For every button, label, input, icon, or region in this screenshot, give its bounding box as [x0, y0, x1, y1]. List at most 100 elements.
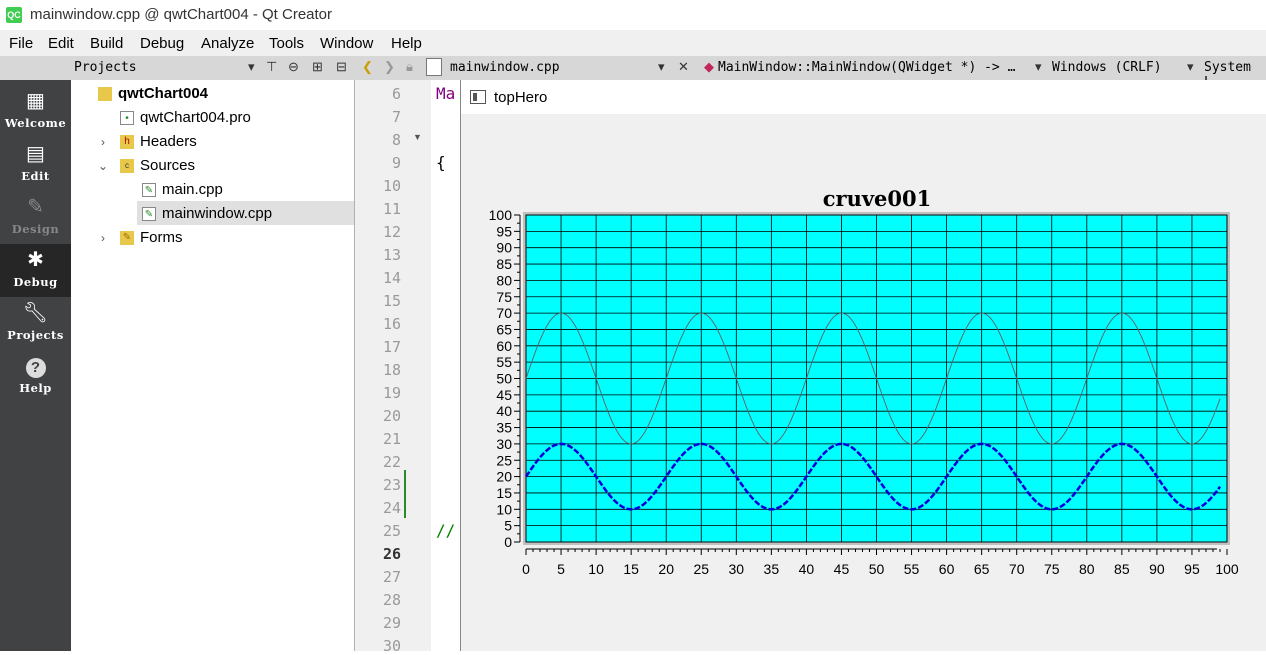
line-number: 20	[382, 407, 401, 425]
line-number: 14	[382, 269, 401, 287]
y-tick-label: 35	[496, 420, 512, 436]
menu-tools[interactable]: Tools	[269, 35, 304, 52]
line-number: 29	[382, 614, 401, 632]
x-tick-label: 15	[623, 561, 639, 577]
line-number: 8	[391, 131, 401, 149]
tree-item-headers[interactable]: › h Headers	[101, 130, 197, 154]
wrench-icon: 🔧︎	[22, 302, 49, 324]
x-tick-label: 90	[1149, 561, 1165, 577]
mode-sidebar: ▦ Welcome ▤ Edit ✎ Design ✱ Debug 🔧︎ Pro…	[0, 80, 71, 651]
filter-icon[interactable]: ⊤	[266, 59, 277, 75]
menu-debug[interactable]: Debug	[140, 35, 184, 52]
line-number: 11	[382, 200, 401, 218]
chevron-right-icon[interactable]: ›	[96, 130, 110, 154]
line-number: 28	[382, 591, 401, 609]
menu-help[interactable]: Help	[391, 35, 422, 52]
line-number: 15	[382, 292, 401, 310]
editor-toolbar: Projects ▾ ⊤ ⊖ ⊞ ⊟ ❮ ❯ 🔒︎ mainwindow.cpp…	[0, 56, 1266, 90]
fold-arrow-icon[interactable]: ▼	[413, 132, 422, 142]
function-dropdown-icon[interactable]: ▾	[1035, 59, 1042, 75]
tree-item-project[interactable]: ⌄ qwtChart004	[98, 82, 208, 106]
line-number: 9	[391, 154, 401, 172]
y-tick-label: 55	[496, 354, 512, 370]
x-tick-label: 10	[588, 561, 604, 577]
lock-icon: 🔒︎	[406, 59, 413, 74]
y-tick-label: 80	[496, 272, 512, 288]
split-icon[interactable]: ⊞	[312, 59, 323, 75]
x-tick-label: 100	[1215, 561, 1239, 577]
line-number: 13	[382, 246, 401, 264]
close-file-icon[interactable]: ✕	[678, 59, 689, 75]
qwt-plot: 0510152025303540455055606570758085909510…	[489, 186, 1239, 577]
function-selector[interactable]: MainWindow::MainWindow(QWidget *) -> …	[718, 60, 1015, 75]
forward-icon[interactable]: ❯	[384, 59, 395, 75]
close-panel-icon[interactable]: ⊟	[336, 59, 347, 75]
line-number: 21	[382, 430, 401, 448]
menu-edit[interactable]: Edit	[48, 35, 74, 52]
line-number: 10	[382, 177, 401, 195]
cpp-file-icon: ✎	[142, 207, 156, 221]
chevron-down-icon[interactable]: ⌄	[96, 154, 110, 178]
chevron-right-icon[interactable]: ›	[96, 226, 110, 250]
x-tick-label: 45	[834, 561, 850, 577]
y-tick-label: 10	[496, 501, 512, 517]
folder-icon: ✎	[120, 231, 134, 245]
link-icon[interactable]: ⊖	[288, 59, 299, 75]
line-number: 7	[391, 108, 401, 126]
mode-projects[interactable]: 🔧︎ Projects	[0, 297, 71, 350]
mode-welcome[interactable]: ▦ Welcome	[0, 85, 71, 138]
title-bar: QC mainwindow.cpp @ qwtChart004 - Qt Cre…	[0, 0, 1266, 30]
folder-icon: c	[120, 159, 134, 173]
help-icon: ?	[0, 354, 71, 378]
panel-dropdown-icon[interactable]: ▾	[248, 59, 255, 75]
line-number-gutter: ▼ 6 7 8 9 10 11 12 13 14 15 16 17 18 19 20 21 22 23 24 25 26…	[355, 80, 431, 655]
open-file-tab[interactable]: mainwindow.cpp	[450, 60, 560, 75]
menu-file[interactable]: File	[9, 35, 33, 52]
tree-item-sources[interactable]: ⌄ c Sources	[98, 154, 196, 178]
line-ending-dropdown-icon[interactable]: ▾	[1187, 59, 1194, 75]
y-tick-label: 25	[496, 452, 512, 468]
tree-item-label: Sources	[140, 157, 196, 174]
menu-bar: File Edit Build Debug Analyze Tools Wind…	[0, 30, 1266, 56]
pencil-icon: ✎	[27, 196, 44, 218]
x-tick-label: 70	[1009, 561, 1025, 577]
line-number: 19	[382, 384, 401, 402]
mode-label: Edit	[21, 169, 50, 183]
tree-item-main-cpp[interactable]: ✎ main.cpp	[142, 178, 223, 202]
code-editor[interactable]: Ma { //	[431, 80, 461, 651]
mode-help[interactable]: ? Help	[0, 350, 71, 403]
y-tick-label: 45	[496, 387, 512, 403]
back-icon[interactable]: ❮	[362, 59, 373, 75]
line-number: 6	[391, 85, 401, 103]
menu-build[interactable]: Build	[90, 35, 123, 52]
document-icon: ▤	[26, 143, 45, 165]
x-tick-label: 65	[974, 561, 990, 577]
change-marker	[404, 470, 406, 518]
mode-label: Debug	[13, 275, 58, 289]
x-tick-label: 95	[1184, 561, 1200, 577]
x-tick-label: 75	[1044, 561, 1060, 577]
project-tree	[71, 80, 355, 651]
tree-item-forms[interactable]: › ✎ Forms	[101, 226, 183, 250]
menu-window[interactable]: Window	[320, 35, 373, 52]
line-number: 18	[382, 361, 401, 379]
mode-debug[interactable]: ✱ Debug	[0, 244, 71, 297]
line-ending-selector[interactable]: Windows (CRLF)	[1052, 60, 1162, 75]
y-tick-label: 60	[496, 338, 512, 354]
mode-edit[interactable]: ▤ Edit	[0, 138, 71, 191]
cpp-file-icon	[426, 58, 442, 76]
tree-item-pro-file[interactable]: • qwtChart004.pro	[120, 106, 251, 130]
tree-item-label: Forms	[140, 229, 183, 246]
mode-design[interactable]: ✎ Design	[0, 191, 71, 244]
y-tick-label: 50	[496, 371, 512, 387]
line-number: 26	[382, 545, 401, 563]
mode-label: Help	[19, 381, 52, 395]
file-dropdown-icon[interactable]: ▾	[658, 59, 665, 75]
x-tick-label: 20	[658, 561, 674, 577]
tree-item-label: main.cpp	[162, 181, 223, 198]
x-tick-label: 30	[729, 561, 745, 577]
line-number: 17	[382, 338, 401, 356]
menu-analyze[interactable]: Analyze	[201, 35, 254, 52]
tree-item-mainwindow-cpp[interactable]: ✎ mainwindow.cpp	[142, 202, 272, 226]
x-tick-label: 0	[522, 561, 530, 577]
